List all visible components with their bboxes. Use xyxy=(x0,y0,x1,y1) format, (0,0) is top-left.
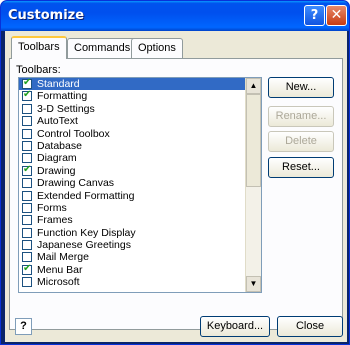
list-item[interactable]: Menu Bar xyxy=(19,263,261,276)
toolbars-list[interactable]: StandardFormatting3-D SettingsAutoTextCo… xyxy=(18,77,262,293)
close-icon: ✕ xyxy=(330,7,343,23)
list-item-label: Formatting xyxy=(37,90,88,103)
list-item-label: Japanese Greetings xyxy=(37,239,131,252)
checkbox[interactable] xyxy=(22,178,32,189)
list-items: StandardFormatting3-D SettingsAutoTextCo… xyxy=(19,77,261,289)
customize-dialog: Customize ? ✕ Toolbars Commands Options … xyxy=(0,0,350,345)
list-item[interactable]: Drawing Canvas xyxy=(19,177,261,189)
checkbox[interactable] xyxy=(22,103,32,114)
tab-label: Options xyxy=(138,42,176,54)
rename-button[interactable]: Rename... xyxy=(268,106,334,127)
list-item-label: Drawing xyxy=(37,164,76,177)
tab-label: Toolbars xyxy=(18,41,60,53)
list-item-label: Database xyxy=(37,139,82,152)
checkbox[interactable] xyxy=(22,89,32,102)
list-item-label: Drawing Canvas xyxy=(37,177,115,190)
keyboard-button-label: Keyboard... xyxy=(206,320,264,332)
checkbox[interactable] xyxy=(22,240,32,251)
title-bar[interactable]: Customize ? ✕ xyxy=(1,1,349,31)
checkbox[interactable] xyxy=(22,227,32,238)
list-item-label: 3-D Settings xyxy=(37,102,95,115)
list-item-label: Function Key Display xyxy=(37,226,136,239)
window-title: Customize xyxy=(8,8,85,23)
list-item-label: Menu Bar xyxy=(37,263,83,276)
delete-button-label: Delete xyxy=(285,135,317,147)
dialog-body: Toolbars Commands Options Toolbars: Stan… xyxy=(5,31,347,342)
list-item[interactable]: Standard xyxy=(19,77,261,91)
close-title-button[interactable]: ✕ xyxy=(326,5,347,26)
list-item-label: Forms xyxy=(37,201,67,214)
list-item-label: Standard xyxy=(37,78,80,90)
checkbox[interactable] xyxy=(22,140,32,151)
list-item[interactable]: Frames xyxy=(19,214,261,226)
checkbox[interactable] xyxy=(22,252,32,263)
close-button[interactable]: Close xyxy=(277,316,343,337)
question-icon: ? xyxy=(310,8,319,23)
reset-button-label: Reset... xyxy=(282,161,320,173)
scroll-thumb[interactable] xyxy=(246,94,261,187)
checkbox[interactable] xyxy=(22,153,32,164)
list-item-label: Mail Merge xyxy=(37,251,89,264)
question-icon: ? xyxy=(20,320,27,332)
list-item[interactable]: Control Toolbox xyxy=(19,128,261,140)
delete-button[interactable]: Delete xyxy=(268,131,334,152)
list-item-label: Microsoft xyxy=(37,276,80,289)
toolbars-label: Toolbars: xyxy=(16,64,61,76)
list-item[interactable]: Mail Merge xyxy=(19,251,261,263)
list-item[interactable]: AutoText xyxy=(19,115,261,127)
tab-toolbars[interactable]: Toolbars xyxy=(11,36,67,59)
checkbox[interactable] xyxy=(22,263,32,275)
new-button[interactable]: New... xyxy=(268,77,334,98)
list-item[interactable]: Formatting xyxy=(19,89,261,103)
tab-commands[interactable]: Commands xyxy=(67,38,138,58)
list-item[interactable]: Microsoft xyxy=(19,276,261,288)
list-item[interactable]: Diagram xyxy=(19,152,261,164)
arrow-down-icon: ▼ xyxy=(249,279,258,288)
keyboard-button[interactable]: Keyboard... xyxy=(200,316,270,337)
list-item-label: Extended Formatting xyxy=(37,189,135,202)
list-item[interactable]: Forms xyxy=(19,202,261,214)
list-item-label: Diagram xyxy=(37,152,77,165)
list-item-label: Control Toolbox xyxy=(37,127,110,140)
checkbox[interactable] xyxy=(22,164,32,176)
list-item-label: AutoText xyxy=(37,115,78,128)
checkbox[interactable] xyxy=(22,77,32,89)
help-title-button[interactable]: ? xyxy=(304,5,325,26)
help-button[interactable]: ? xyxy=(15,318,32,335)
list-item-label: Frames xyxy=(37,214,73,227)
checkbox[interactable] xyxy=(22,202,32,213)
list-item[interactable]: Extended Formatting xyxy=(19,190,261,202)
list-item[interactable]: Database xyxy=(19,140,261,152)
scroll-down-button[interactable]: ▼ xyxy=(246,276,261,292)
checkbox[interactable] xyxy=(22,215,32,226)
checkbox[interactable] xyxy=(22,277,32,288)
checkbox[interactable] xyxy=(22,116,32,127)
arrow-up-icon: ▲ xyxy=(249,81,258,90)
rename-button-label: Rename... xyxy=(275,110,327,122)
checkbox[interactable] xyxy=(22,190,32,201)
list-item[interactable]: Function Key Display xyxy=(19,227,261,239)
checkbox[interactable] xyxy=(22,128,32,139)
tab-options[interactable]: Options xyxy=(131,38,183,58)
vertical-scrollbar[interactable]: ▲ ▼ xyxy=(245,78,261,292)
reset-button[interactable]: Reset... xyxy=(268,157,334,178)
list-item[interactable]: Drawing xyxy=(19,164,261,177)
list-item[interactable]: 3-D Settings xyxy=(19,103,261,115)
scroll-up-button[interactable]: ▲ xyxy=(246,78,261,94)
list-item[interactable]: Japanese Greetings xyxy=(19,239,261,251)
new-button-label: New... xyxy=(285,81,317,93)
tab-label: Commands xyxy=(74,42,131,54)
close-button-label: Close xyxy=(295,320,325,332)
